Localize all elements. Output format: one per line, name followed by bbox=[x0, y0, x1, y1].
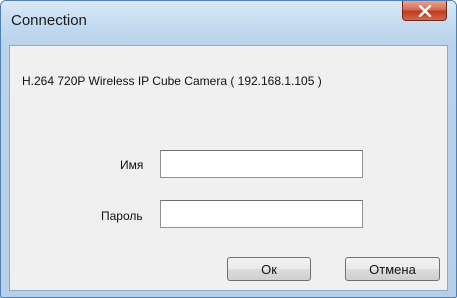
password-input[interactable] bbox=[160, 200, 363, 228]
close-x-icon bbox=[418, 4, 431, 17]
dialog-body: H.264 720P Wireless IP Cube Camera ( 192… bbox=[9, 45, 448, 291]
connection-dialog-window: Connection H.264 720P Wireless IP Cube C… bbox=[0, 0, 457, 298]
username-input[interactable] bbox=[160, 150, 363, 178]
cancel-button[interactable]: Отмена bbox=[345, 257, 440, 281]
window-title: Connection bbox=[11, 12, 87, 29]
title-bar[interactable]: Connection bbox=[1, 1, 456, 37]
close-button[interactable] bbox=[402, 1, 447, 21]
password-label: Пароль bbox=[101, 209, 143, 223]
ok-button[interactable]: Ок bbox=[227, 257, 311, 281]
username-label: Имя bbox=[120, 158, 144, 172]
device-name-label: H.264 720P Wireless IP Cube Camera ( 192… bbox=[22, 74, 322, 88]
